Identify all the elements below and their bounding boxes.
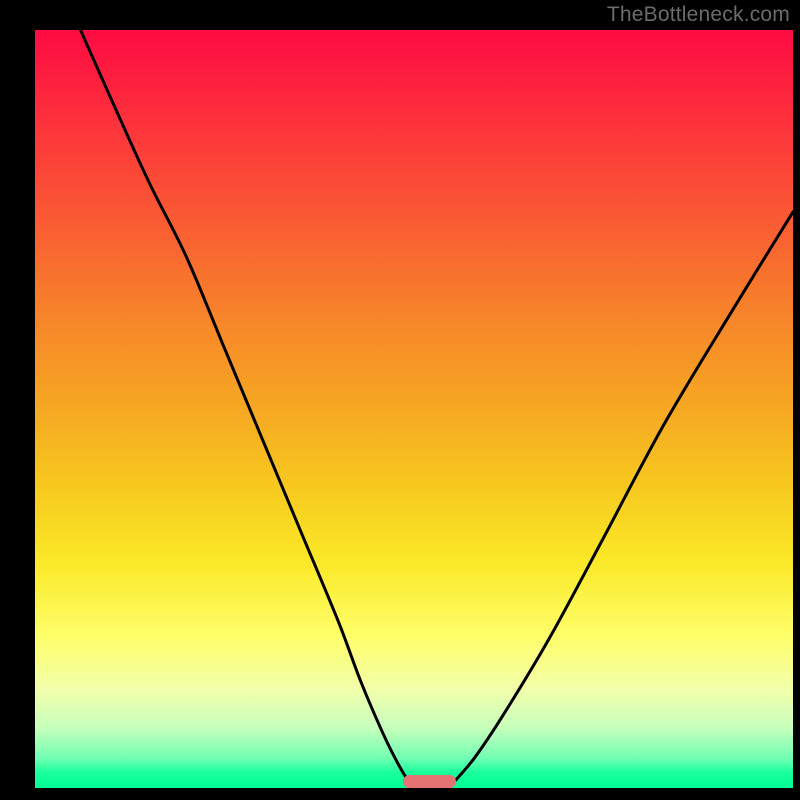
watermark-text: TheBottleneck.com: [607, 3, 790, 27]
plot-area: [35, 30, 793, 788]
bottleneck-curve: [35, 30, 793, 788]
optimal-marker: [403, 775, 456, 788]
chart-frame: TheBottleneck.com: [0, 0, 800, 800]
curve-right-branch: [452, 212, 793, 784]
curve-left-branch: [80, 30, 410, 784]
